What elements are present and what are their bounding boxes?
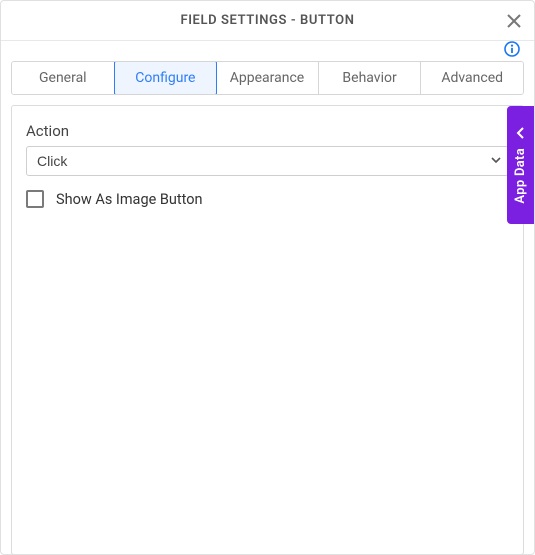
tab-advanced[interactable]: Advanced [421,62,523,94]
tab-label: General [39,70,87,86]
tab-content: Action Click Show As Image Button [11,105,524,555]
panel-header: FIELD SETTINGS - BUTTON [1,1,534,41]
tab-configure[interactable]: Configure [114,61,218,95]
info-icon [504,41,520,57]
close-icon [504,11,524,31]
app-data-label: App Data [513,148,528,204]
info-row [1,41,534,61]
action-select[interactable]: Click [26,146,509,176]
tab-label: Appearance [230,70,304,86]
action-label: Action [26,122,509,140]
field-settings-panel: FIELD SETTINGS - BUTTON General Configur… [0,0,535,555]
tab-label: Behavior [342,70,396,86]
tab-appearance[interactable]: Appearance [216,62,319,94]
close-button[interactable] [504,11,524,31]
show-as-image-checkbox[interactable] [26,190,44,208]
panel-title: FIELD SETTINGS - BUTTON [180,13,354,28]
chevron-left-icon [514,126,528,140]
tabs: General Configure Appearance Behavior Ad… [11,61,524,95]
tab-general[interactable]: General [12,62,115,94]
tab-label: Advanced [441,70,503,86]
action-select-wrap: Click [26,146,509,176]
show-as-image-label: Show As Image Button [56,191,203,208]
tab-behavior[interactable]: Behavior [319,62,422,94]
app-data-inner: App Data [513,126,528,204]
app-data-drawer-toggle[interactable]: App Data [507,106,534,224]
tab-label: Configure [135,70,195,86]
show-as-image-row: Show As Image Button [26,190,509,208]
info-button[interactable] [504,41,520,57]
